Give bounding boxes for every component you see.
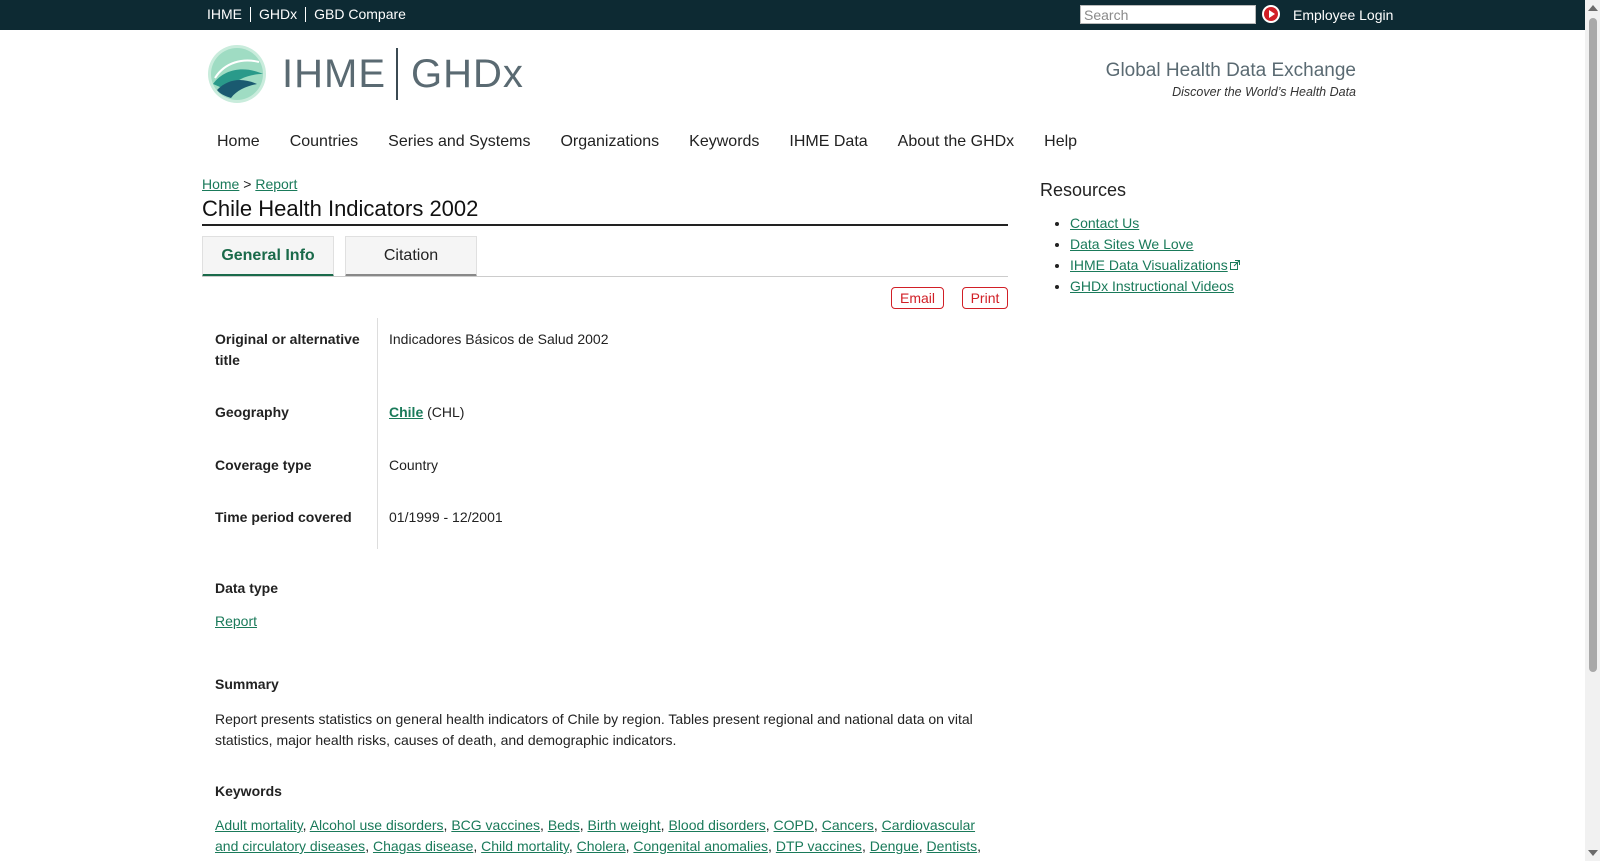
keyword-link[interactable]: Dentists [927,838,978,854]
resource-link-ihme-data-visualizations[interactable]: IHME Data Visualizations [1070,257,1228,273]
keyword-separator: , [977,838,982,854]
external-link-icon [1229,260,1240,270]
keywords-list: Adult mortality, Alcohol use disorders, … [215,815,995,857]
time-period-label: Time period covered [215,509,352,525]
geography-chile-link[interactable]: Chile [389,404,423,420]
resource-item: Data Sites We Love [1070,234,1240,255]
nav-item-organizations[interactable]: Organizations [545,133,674,151]
tagline-subtitle: Discover the World’s Health Data [1172,85,1356,99]
breadcrumb-separator: > [243,176,252,192]
alt-title-label-line1: Original or alternative [215,331,360,347]
keyword-separator: , [568,838,577,854]
logo-ihme-text[interactable]: IHME [282,52,386,97]
resource-link-ghdx-instructional-videos[interactable]: GHDx Instructional Videos [1070,278,1234,294]
time-period-value: 01/1999 - 12/2001 [389,509,503,525]
nav-item-help[interactable]: Help [1029,133,1092,151]
top-links: IHME GHDx GBD Compare [202,7,414,22]
coverage-type-value: Country [389,457,439,473]
keyword-separator: , [365,838,373,854]
alt-title-label: Original or alternative title [215,329,360,371]
breadcrumb: Home > Report [202,176,297,192]
keyword-link[interactable]: Beds [548,817,580,833]
geography-label: Geography [215,404,289,420]
nav-item-keywords[interactable]: Keywords [674,133,774,151]
resources-list: Contact Us Data Sites We Love IHME Data … [1050,213,1240,297]
page-title: Chile Health Indicators 2002 [202,196,479,221]
alt-title-value: Indicadores Básicos de Salud 2002 [389,331,609,347]
search-input[interactable] [1080,5,1256,24]
tab-general-info[interactable]: General Info [202,236,334,277]
resource-item: Contact Us [1070,213,1240,234]
top-link-ihme[interactable]: IHME [202,7,250,22]
keyword-separator: , [861,838,870,854]
tab-citation[interactable]: Citation [345,236,477,277]
nav-item-ihme-data[interactable]: IHME Data [774,133,882,151]
tabs-divider [202,276,1008,277]
keyword-separator: , [579,817,588,833]
keyword-link[interactable]: Adult mortality [215,817,303,833]
main-nav: Home Countries Series and Systems Organi… [202,133,1092,151]
keyword-link[interactable]: Congenital anomalies [633,838,768,854]
keyword-separator: , [813,817,822,833]
breadcrumb-report-link[interactable]: Report [255,176,297,192]
keyword-separator: , [473,838,482,854]
keyword-link[interactable]: DTP vaccines [776,838,862,854]
keyword-separator: , [768,838,776,854]
nav-item-countries[interactable]: Countries [275,133,373,151]
tagline-title: Global Health Data Exchange [1105,60,1356,81]
geography-code: (CHL) [427,404,465,420]
keyword-separator: , [873,817,882,833]
breadcrumb-home-link[interactable]: Home [202,176,239,192]
keyword-separator: , [918,838,927,854]
summary-text: Report presents statistics on general he… [215,711,973,748]
top-bar: IHME GHDx GBD Compare Employee Login [0,0,1585,30]
title-divider [202,224,1008,226]
nav-item-series-and-systems[interactable]: Series and Systems [373,133,545,151]
logo-ghdx-text[interactable]: GHDx [411,52,524,97]
scroll-thumb[interactable] [1589,18,1597,672]
scroll-up-arrow-icon[interactable] [1588,5,1598,11]
keyword-link[interactable]: Dengue [870,838,919,854]
keyword-link[interactable]: Child mortality [481,838,569,854]
keywords-label: Keywords [215,783,282,799]
print-button[interactable]: Print [962,287,1008,309]
keyword-link[interactable]: Alcohol use disorders [310,817,444,833]
alt-title-label-line2: title [215,352,240,368]
search-submit-button[interactable] [1262,5,1280,23]
coverage-type-label: Coverage type [215,457,312,473]
nav-item-home[interactable]: Home [202,133,275,151]
geography-value: Chile (CHL) [389,402,464,423]
email-button[interactable]: Email [891,287,944,309]
resource-item: GHDx Instructional Videos [1070,276,1240,297]
data-type-report-link[interactable]: Report [215,613,257,629]
keyword-separator: , [540,817,548,833]
keyword-separator: , [302,817,310,833]
keyword-link[interactable]: Blood disorders [668,817,765,833]
top-link-gbd-compare[interactable]: GBD Compare [305,7,414,22]
resource-link-contact-us[interactable]: Contact Us [1070,215,1139,231]
ihme-logo-icon[interactable] [207,44,267,104]
scroll-down-arrow-icon[interactable] [1588,850,1598,856]
resource-item: IHME Data Visualizations [1070,255,1240,276]
keyword-separator: , [765,817,774,833]
field-column-divider [377,318,378,549]
keyword-link[interactable]: Cholera [577,838,626,854]
keyword-link[interactable]: Birth weight [588,817,661,833]
resources-title: Resources [1040,180,1127,200]
nav-item-about-the-ghdx[interactable]: About the GHDx [883,133,1030,151]
keyword-link[interactable]: Chagas disease [373,838,473,854]
resource-link-data-sites-we-love[interactable]: Data Sites We Love [1070,236,1193,252]
page-scrollbar[interactable] [1585,0,1600,861]
keyword-link[interactable]: COPD [774,817,814,833]
employee-login-link[interactable]: Employee Login [1293,7,1393,23]
summary-label: Summary [215,676,279,692]
play-arrow-icon [1269,10,1275,18]
keyword-link[interactable]: Cancers [822,817,874,833]
top-link-ghdx[interactable]: GHDx [250,7,305,22]
keyword-link[interactable]: BCG vaccines [451,817,540,833]
data-type-label: Data type [215,580,279,596]
logo-divider [396,48,398,100]
